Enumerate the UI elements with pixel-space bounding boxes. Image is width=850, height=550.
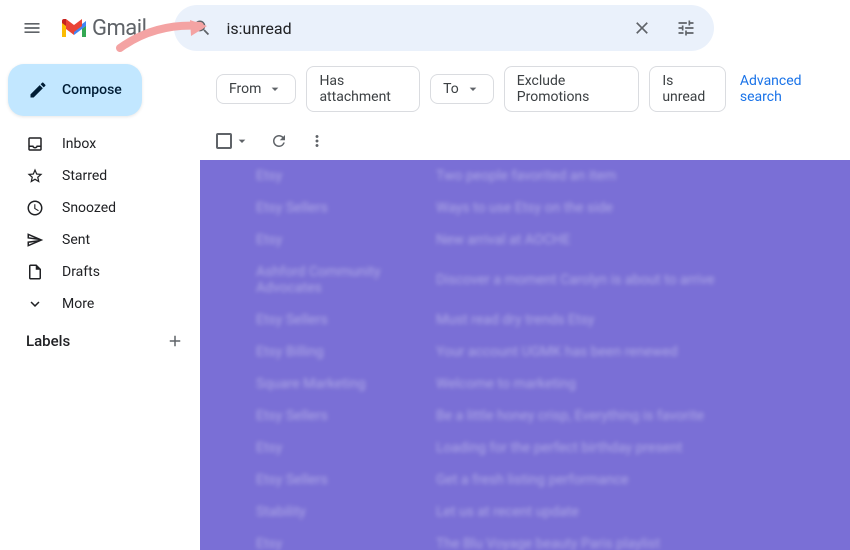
- tune-icon: [676, 18, 696, 38]
- sidebar-item-label: Starred: [62, 168, 107, 184]
- message-sender: Etsy: [256, 232, 416, 248]
- message-row[interactable]: Etsy Loading for the perfect birthday pre…: [200, 432, 850, 464]
- more-vert-icon: [308, 132, 326, 150]
- message-subject: Get a fresh listing performance: [436, 472, 834, 488]
- refresh-button[interactable]: [270, 132, 288, 150]
- sidebar-item-label: More: [62, 296, 94, 312]
- file-icon: [26, 263, 44, 281]
- message-sender: Etsy Billing: [256, 344, 416, 360]
- main-menu-button[interactable]: [12, 8, 52, 48]
- more-button[interactable]: [308, 132, 326, 150]
- chip-label: From: [229, 81, 261, 97]
- message-list: Etsy Two people favorited an item Etsy Sel…: [200, 160, 850, 550]
- message-subject: Let us at recent update: [436, 504, 834, 520]
- compose-button[interactable]: Compose: [8, 64, 142, 116]
- chevron-down-icon: [26, 295, 44, 313]
- message-row[interactable]: Etsy Sellers Ways to use Etsy on the side: [200, 192, 850, 224]
- message-row[interactable]: Etsy New arrival at AOCHE: [200, 224, 850, 256]
- filter-chips-row: From Has attachment To Exclude Promotions Is…: [200, 56, 850, 122]
- message-sender: Stability: [256, 504, 416, 520]
- select-all-checkbox[interactable]: [216, 133, 232, 149]
- message-sender: Ashford Community Advocates: [256, 264, 416, 296]
- sidebar: Compose Inbox Starred Snoozed Sent Drafts Mor…: [0, 56, 200, 550]
- message-sender: Etsy Sellers: [256, 200, 416, 216]
- message-row[interactable]: Etsy Billing Your account UGMK has been r…: [200, 336, 850, 368]
- message-sender: Etsy: [256, 536, 416, 550]
- filter-chip-has-attachment[interactable]: Has attachment: [306, 66, 420, 112]
- sidebar-item-label: Snoozed: [62, 200, 116, 216]
- sidebar-item-snoozed[interactable]: Snoozed: [0, 192, 200, 224]
- message-subject: The Blu Voyage beauty Paris playlist: [436, 536, 834, 550]
- message-subject: Two people favorited an item: [436, 168, 834, 184]
- sidebar-item-more[interactable]: More: [0, 288, 200, 320]
- search-icon: [192, 18, 212, 38]
- hamburger-icon: [22, 18, 42, 38]
- filter-chip-is-unread[interactable]: Is unread: [649, 66, 726, 112]
- chip-label: To: [443, 81, 459, 97]
- sidebar-item-label: Sent: [62, 232, 90, 248]
- message-sender: Square Marketing: [256, 376, 416, 392]
- gmail-icon: [60, 17, 88, 39]
- inbox-icon: [26, 135, 44, 153]
- search-input[interactable]: [226, 19, 618, 38]
- message-sender: Etsy Sellers: [256, 312, 416, 328]
- message-row[interactable]: Square Marketing Welcome to marketing: [200, 368, 850, 400]
- sidebar-item-drafts[interactable]: Drafts: [0, 256, 200, 288]
- sidebar-item-starred[interactable]: Starred: [0, 160, 200, 192]
- message-row[interactable]: Etsy Sellers Must read dry trends Etsy: [200, 304, 850, 336]
- message-row[interactable]: Etsy Sellers Get a fresh listing performa…: [200, 464, 850, 496]
- sidebar-item-label: Drafts: [62, 264, 100, 280]
- message-sender: Etsy Sellers: [256, 472, 416, 488]
- chip-label: Has attachment: [319, 73, 407, 105]
- add-label-button[interactable]: [166, 332, 184, 350]
- search-options-button[interactable]: [666, 8, 706, 48]
- message-sender: Etsy: [256, 440, 416, 456]
- message-row[interactable]: Etsy Sellers Be a little honey crisp, Eve…: [200, 400, 850, 432]
- search-bar[interactable]: [174, 5, 714, 51]
- plus-icon: [166, 332, 184, 350]
- refresh-icon: [270, 132, 288, 150]
- caret-down-icon: [465, 81, 481, 97]
- search-button[interactable]: [182, 8, 222, 48]
- message-row[interactable]: Stability Let us at recent update: [200, 496, 850, 528]
- sidebar-item-inbox[interactable]: Inbox: [0, 128, 200, 160]
- main-content: From Has attachment To Exclude Promotions Is…: [200, 56, 850, 550]
- message-subject: Ways to use Etsy on the side: [436, 200, 834, 216]
- send-icon: [26, 231, 44, 249]
- message-sender: Etsy: [256, 168, 416, 184]
- message-row[interactable]: Etsy The Blu Voyage beauty Paris playlist: [200, 528, 850, 550]
- filter-chip-from[interactable]: From: [216, 74, 296, 104]
- pencil-icon: [28, 80, 48, 100]
- advanced-search-link[interactable]: Advanced search: [740, 73, 834, 105]
- message-subject: New arrival at AOCHE: [436, 232, 834, 248]
- message-subject: Must read dry trends Etsy: [436, 312, 834, 328]
- message-subject: Welcome to marketing: [436, 376, 834, 392]
- clear-search-button[interactable]: [622, 8, 662, 48]
- message-subject: Loading for the perfect birthday present: [436, 440, 834, 456]
- filter-chip-exclude-promotions[interactable]: Exclude Promotions: [504, 66, 640, 112]
- message-row[interactable]: Etsy Two people favorited an item: [200, 160, 850, 192]
- select-all[interactable]: [216, 133, 250, 149]
- gmail-logo[interactable]: Gmail: [60, 16, 146, 41]
- star-icon: [26, 167, 44, 185]
- sidebar-item-sent[interactable]: Sent: [0, 224, 200, 256]
- message-row[interactable]: Ashford Community Advocates Discover a mo…: [200, 256, 850, 304]
- chip-label: Is unread: [662, 73, 713, 105]
- chip-label: Exclude Promotions: [517, 73, 627, 105]
- sidebar-item-label: Inbox: [62, 136, 96, 152]
- logo-text: Gmail: [92, 16, 146, 41]
- message-subject: Your account UGMK has been renewed: [436, 344, 834, 360]
- message-sender: Etsy Sellers: [256, 408, 416, 424]
- close-icon: [632, 18, 652, 38]
- labels-header: Labels: [0, 320, 200, 358]
- filter-chip-to[interactable]: To: [430, 74, 494, 104]
- compose-label: Compose: [62, 82, 122, 98]
- clock-icon: [26, 199, 44, 217]
- caret-down-icon: [234, 133, 250, 149]
- message-subject: Be a little honey crisp, Everything is f…: [436, 408, 834, 424]
- toolbar: [200, 122, 850, 160]
- message-subject: Discover a moment Carolyn is about to ar…: [436, 272, 834, 288]
- caret-down-icon: [267, 81, 283, 97]
